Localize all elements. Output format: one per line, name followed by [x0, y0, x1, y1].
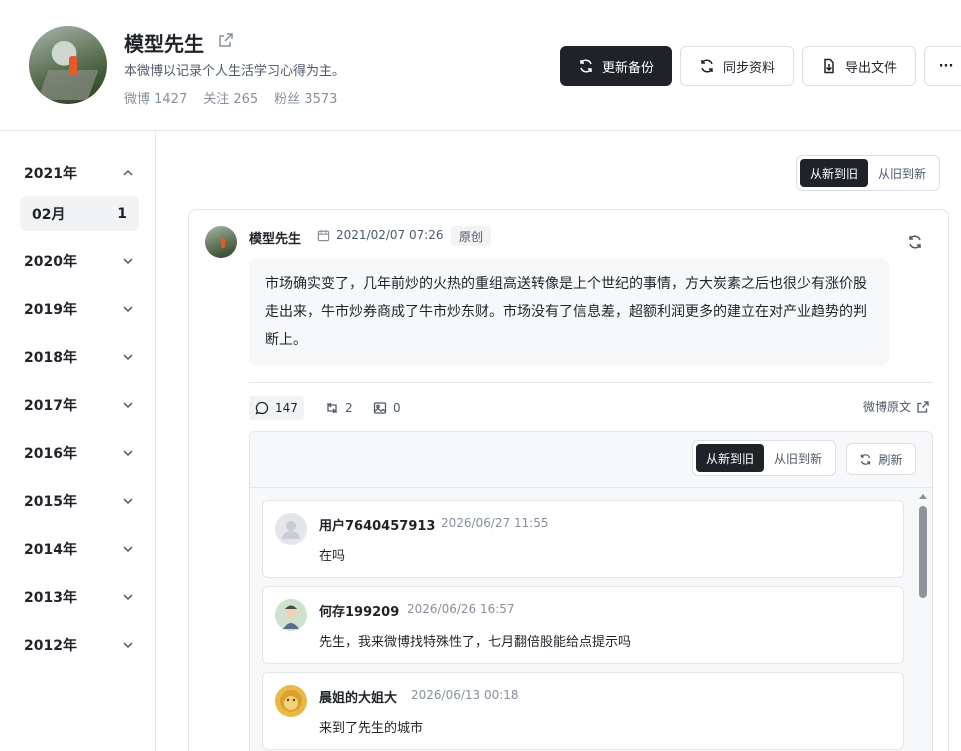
- post-body: 市场确实变了，几年前炒的火热的重组高送转像是上个世纪的事情，方大炭素之后也很少有…: [249, 258, 889, 366]
- scroll-thumb[interactable]: [919, 506, 927, 598]
- comment-user: 晨姐的大姐大: [319, 691, 398, 706]
- animal-avatar-icon: [280, 690, 302, 712]
- image-count[interactable]: 0: [373, 396, 401, 420]
- comments-scrollbar[interactable]: [918, 494, 928, 751]
- comment-date: 2026/06/27 11:55: [441, 516, 549, 530]
- chevron-up-icon: [123, 169, 133, 176]
- original-weibo-link[interactable]: 微博原文: [863, 398, 929, 415]
- comment-item: 何存199209 2026/06/26 16:57 先生，我来微博找特殊性了，七…: [262, 586, 904, 664]
- chevron-down-icon: [123, 642, 133, 649]
- file-download-icon: [824, 58, 834, 74]
- comment-text: 在吗: [319, 549, 346, 564]
- sidebar-year-2020[interactable]: 2020年: [24, 249, 134, 273]
- comment-text: 先生，我来微博找特殊性了，七月翻倍股能给点提示吗: [319, 635, 632, 650]
- update-backup-button[interactable]: 更新备份: [560, 46, 672, 86]
- comments-refresh-button[interactable]: 刷新: [846, 443, 916, 475]
- sidebar-year-2017[interactable]: 2017年: [24, 393, 134, 417]
- chevron-down-icon: [123, 402, 133, 409]
- comment-user: 何存199209: [319, 605, 400, 620]
- post-author: 模型先生: [249, 232, 302, 247]
- external-link-icon: [917, 400, 929, 413]
- following-count: 关注 265: [203, 92, 259, 107]
- sidebar-month-02[interactable]: 02月 1: [20, 196, 139, 231]
- chevron-down-icon: [123, 450, 133, 457]
- export-file-button[interactable]: 导出文件: [802, 46, 916, 86]
- sidebar-year-2014[interactable]: 2014年: [24, 537, 134, 561]
- comment-text: 来到了先生的城市: [319, 721, 424, 736]
- repost-count[interactable]: 2: [325, 396, 353, 420]
- profile-avatar: [29, 26, 107, 104]
- sidebar-year-2018[interactable]: 2018年: [24, 345, 134, 369]
- sort-oldest-button[interactable]: 从旧到新: [868, 159, 936, 187]
- sidebar-year-2019[interactable]: 2019年: [24, 297, 134, 321]
- default-user-icon: [282, 521, 300, 539]
- sort-newest-button[interactable]: 从新到旧: [800, 159, 869, 187]
- profile-name: 模型先生: [124, 32, 204, 56]
- comment-avatar: [275, 685, 307, 717]
- followers-count: 粉丝 3573: [274, 92, 338, 107]
- comments-panel: 从新到旧 从旧到新 刷新 用户7640457913 2026/06/27 11:…: [249, 431, 933, 751]
- chevron-down-icon: [123, 546, 133, 553]
- post-refresh-icon[interactable]: [907, 234, 923, 250]
- refresh-icon: [861, 453, 871, 465]
- sidebar-year-2016[interactable]: 2016年: [24, 441, 134, 465]
- comment-sort-oldest-button[interactable]: 从旧到新: [764, 444, 832, 472]
- more-icon: ···: [938, 58, 954, 74]
- original-tag: 原创: [451, 226, 492, 246]
- comment-user: 用户7640457913: [319, 519, 436, 534]
- chevron-down-icon: [123, 306, 133, 313]
- profile-bio: 本微博以记录个人生活学习心得为主。: [124, 64, 346, 79]
- more-button[interactable]: ···: [924, 46, 961, 86]
- sync-profile-button[interactable]: 同步资料: [680, 46, 794, 86]
- chevron-down-icon: [123, 594, 133, 601]
- weibo-count: 微博 1427: [124, 92, 188, 107]
- profile-header: 模型先生 本微博以记录个人生活学习心得为主。 微博 1427 关注 265 粉丝…: [0, 0, 961, 131]
- sidebar-year-2021[interactable]: 2021年: [24, 161, 134, 185]
- comment-sort-toggle: 从新到旧 从旧到新: [692, 440, 837, 476]
- comment-avatar: [275, 513, 307, 545]
- calendar-icon: [317, 229, 330, 241]
- sidebar-year-2013[interactable]: 2013年: [24, 585, 134, 609]
- post-card: 模型先生 2021/02/07 07:26 原创 市场确实变了，几年前炒的火热的…: [188, 209, 949, 751]
- post-divider: [249, 382, 933, 383]
- year-sidebar: 2021年 02月 1 2020年 2019年 2018年 2017年 2016…: [0, 131, 156, 751]
- sidebar-year-2012[interactable]: 2012年: [24, 633, 134, 657]
- comments-toolbar: 从新到旧 从旧到新 刷新: [250, 432, 932, 488]
- comment-item: 晨姐的大姐大 2026/06/13 00:18 来到了先生的城市: [262, 672, 904, 750]
- image-icon: [373, 402, 387, 414]
- comment-item: 用户7640457913 2026/06/27 11:55 在吗: [262, 500, 904, 578]
- comment-icon: [255, 401, 269, 415]
- chevron-down-icon: [123, 498, 133, 505]
- post-date: 2021/02/07 07:26: [317, 228, 444, 242]
- comment-count-button[interactable]: 147: [249, 396, 304, 420]
- chevron-down-icon: [123, 258, 133, 265]
- comment-date: 2026/06/26 16:57: [407, 602, 515, 616]
- sidebar-year-2015[interactable]: 2015年: [24, 489, 134, 513]
- refresh-icon: [701, 59, 713, 73]
- refresh-icon: [580, 59, 592, 73]
- profile-stats: 微博 1427 关注 265 粉丝 3573: [124, 88, 337, 107]
- scroll-up-arrow-icon[interactable]: [919, 494, 927, 499]
- post-sort-toggle: 从新到旧 从旧到新: [796, 155, 941, 191]
- comment-date: 2026/06/13 00:18: [411, 688, 519, 702]
- month-count: 1: [117, 205, 127, 222]
- cartoon-avatar-icon: [283, 605, 299, 629]
- comment-sort-newest-button[interactable]: 从新到旧: [696, 444, 765, 472]
- comment-avatar: [275, 599, 307, 631]
- external-link-icon[interactable]: [218, 32, 234, 48]
- repost-icon: [327, 402, 337, 414]
- post-author-avatar: [205, 226, 237, 258]
- chevron-down-icon: [123, 354, 133, 361]
